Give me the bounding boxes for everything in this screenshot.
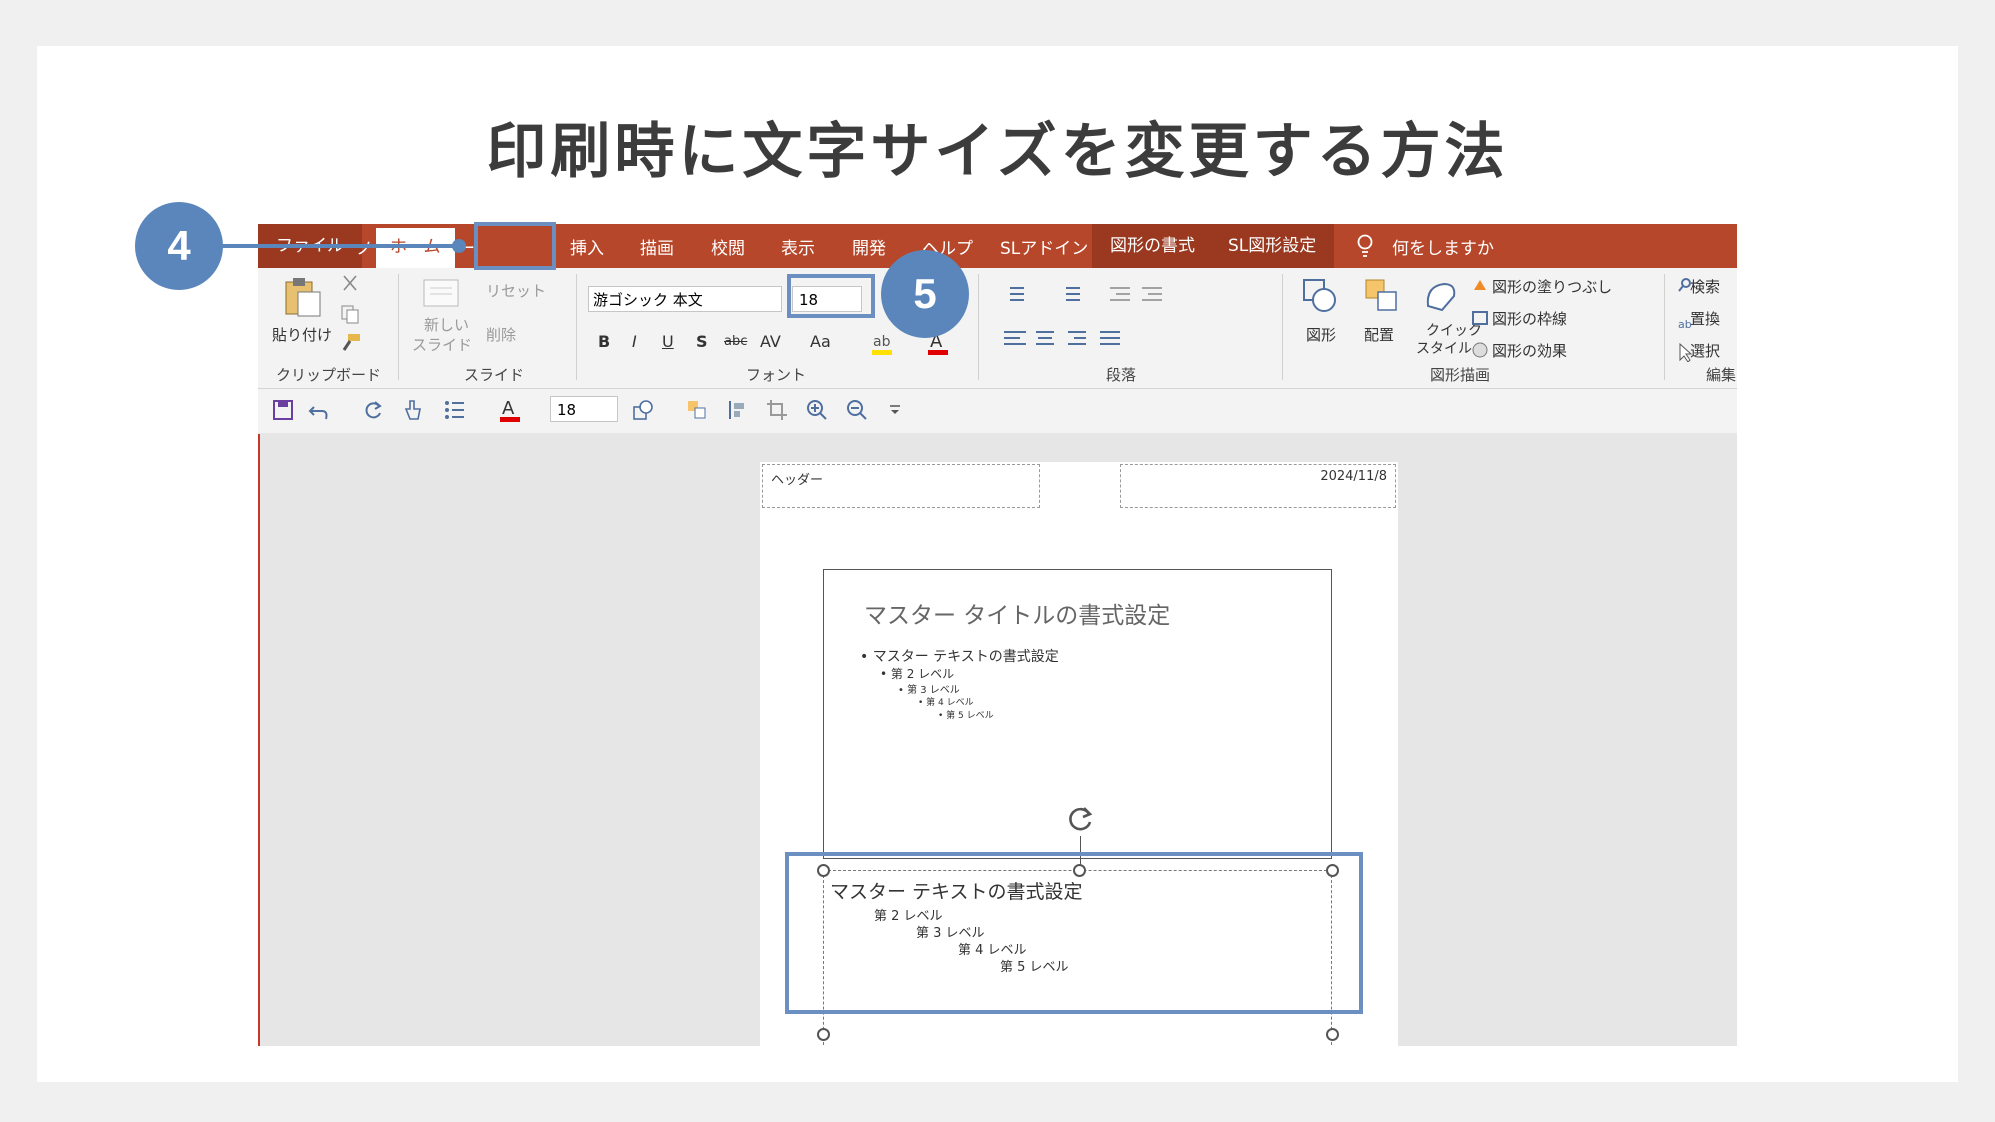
shapes-icon[interactable] (1300, 276, 1340, 316)
tab-sl-shape-settings[interactable]: SL図形設定 (1210, 224, 1335, 268)
paste-label[interactable]: 貼り付け (272, 324, 332, 345)
font-group-label: フォント (746, 366, 807, 384)
lightbulb-icon (1357, 234, 1373, 257)
new-slide-label-2: スライド (412, 336, 473, 354)
tell-me-search[interactable]: 何をしますか (1392, 234, 1494, 259)
shape-format-icons (1472, 280, 1488, 358)
paragraph-tools-icon[interactable] (1000, 282, 1200, 362)
customize-qat-icon[interactable] (888, 403, 902, 417)
group-separator (1282, 274, 1283, 380)
clipboard-group-label: クリップボード (276, 366, 382, 384)
editing-icons: ab (1678, 278, 1692, 362)
home-tab-highlight (474, 222, 556, 270)
paste-icon[interactable] (282, 276, 324, 318)
step4-badge: 4 (135, 202, 223, 290)
qat-shapes-icon[interactable] (632, 399, 656, 421)
quick-access-toolbar: A 18 (258, 389, 1737, 433)
slide-level-5: • 第 5 レベル (938, 711, 994, 721)
slide-level-1: • マスター テキストの書式設定 (860, 649, 1059, 665)
slides-group-label: スライド (464, 366, 525, 384)
find-button[interactable]: 検索 (1690, 276, 1720, 297)
paragraph-group-label: 段落 (1106, 366, 1137, 384)
window-border (258, 434, 260, 1046)
page-title: 印刷時に文字サイズを変更する方法 (486, 117, 1509, 187)
date-placeholder[interactable]: 2024/11/8 (1120, 464, 1396, 508)
change-case-button[interactable]: Aa (810, 332, 831, 351)
quick-styles-icon[interactable] (1422, 276, 1462, 316)
cut-icon[interactable] (340, 274, 360, 294)
step4-connector-dot (452, 239, 466, 253)
tab-view[interactable]: 表示 (781, 234, 815, 259)
rotate-handle-icon[interactable] (1064, 802, 1098, 836)
select-button[interactable]: 選択 (1690, 340, 1720, 361)
highlight-icon[interactable]: ab (870, 330, 894, 356)
italic-button[interactable]: I (632, 332, 637, 351)
shadow-button[interactable]: S (696, 332, 708, 351)
svg-text:ab: ab (1678, 318, 1692, 331)
group-separator (398, 274, 399, 380)
slide-title: マスター タイトルの書式設定 (864, 603, 1171, 629)
shape-fill-button[interactable]: 図形の塗りつぶし (1492, 276, 1612, 297)
bold-button[interactable]: B (598, 332, 610, 351)
bullets-icon[interactable] (444, 399, 466, 421)
group-separator (576, 274, 577, 380)
format-painter-icon[interactable] (340, 332, 362, 352)
font-size-highlight (787, 274, 875, 318)
tab-developer[interactable]: 開発 (852, 234, 886, 259)
resize-handle[interactable] (817, 1028, 830, 1041)
new-slide-icon (423, 279, 459, 307)
replace-button[interactable]: 置換 (1690, 308, 1720, 329)
ribbon-home: 貼り付け クリップボード 新しい スライド リセット 削除 スライド 游ゴシック… (258, 268, 1737, 389)
slide-level-4: • 第 4 レベル (918, 698, 974, 708)
char-spacing-button[interactable]: AV (760, 332, 781, 351)
save-icon[interactable] (272, 399, 294, 421)
qat-font-color-icon[interactable]: A (498, 397, 522, 423)
resize-handle[interactable] (1326, 1028, 1339, 1041)
underline-button[interactable]: U (662, 332, 674, 351)
shapes-label[interactable]: 図形 (1306, 324, 1336, 345)
shape-effects-button[interactable]: 図形の効果 (1492, 340, 1567, 361)
new-slide-label: 新しい (424, 316, 470, 334)
svg-text:A: A (502, 398, 515, 419)
tab-home[interactable]: ホーム (376, 228, 455, 268)
qat-arrange-icon[interactable] (686, 399, 708, 421)
step5-badge: 5 (881, 250, 969, 338)
tab-draw[interactable]: 描画 (640, 234, 674, 259)
tab-review[interactable]: 校閲 (711, 234, 745, 259)
group-separator (978, 274, 979, 380)
zoom-out-icon[interactable] (846, 399, 868, 421)
header-placeholder[interactable]: ヘッダー (762, 464, 1040, 508)
font-name-dropdown[interactable]: 游ゴシック 本文 (588, 286, 782, 312)
tab-shape-format[interactable]: 図形の書式 (1092, 224, 1213, 268)
arrange-label[interactable]: 配置 (1364, 324, 1394, 345)
shape-outline-button[interactable]: 図形の枠線 (1492, 308, 1567, 329)
tab-insert[interactable]: 挿入 (570, 234, 604, 259)
undo-icon[interactable] (308, 399, 330, 421)
editing-group-label: 編集 (1706, 366, 1737, 384)
slide-level-2: • 第 2 レベル (880, 667, 955, 681)
tab-sl-addin[interactable]: SLアドイン (1000, 234, 1088, 259)
redo-icon[interactable] (362, 399, 384, 421)
slide-level-3: • 第 3 レベル (898, 685, 960, 696)
step4-connector (222, 244, 460, 248)
delete-button: 削除 (486, 326, 517, 344)
drawing-group-label: 図形描画 (1430, 366, 1491, 384)
svg-text:ab: ab (873, 334, 891, 350)
strikethrough-button[interactable]: abc (724, 334, 747, 349)
copy-icon[interactable] (340, 304, 360, 324)
notes-placeholder-highlight (785, 852, 1363, 1014)
qat-font-size-dropdown[interactable]: 18 (550, 396, 618, 422)
reset-button: リセット (486, 282, 547, 300)
quick-styles-label-2[interactable]: スタイル (1416, 338, 1472, 358)
zoom-in-icon[interactable] (806, 399, 828, 421)
qat-crop-icon[interactable] (766, 399, 788, 421)
arrange-icon[interactable] (1362, 276, 1402, 316)
qat-align-icon[interactable] (726, 399, 748, 421)
group-separator (1664, 274, 1665, 380)
touch-mode-icon[interactable] (402, 399, 426, 421)
